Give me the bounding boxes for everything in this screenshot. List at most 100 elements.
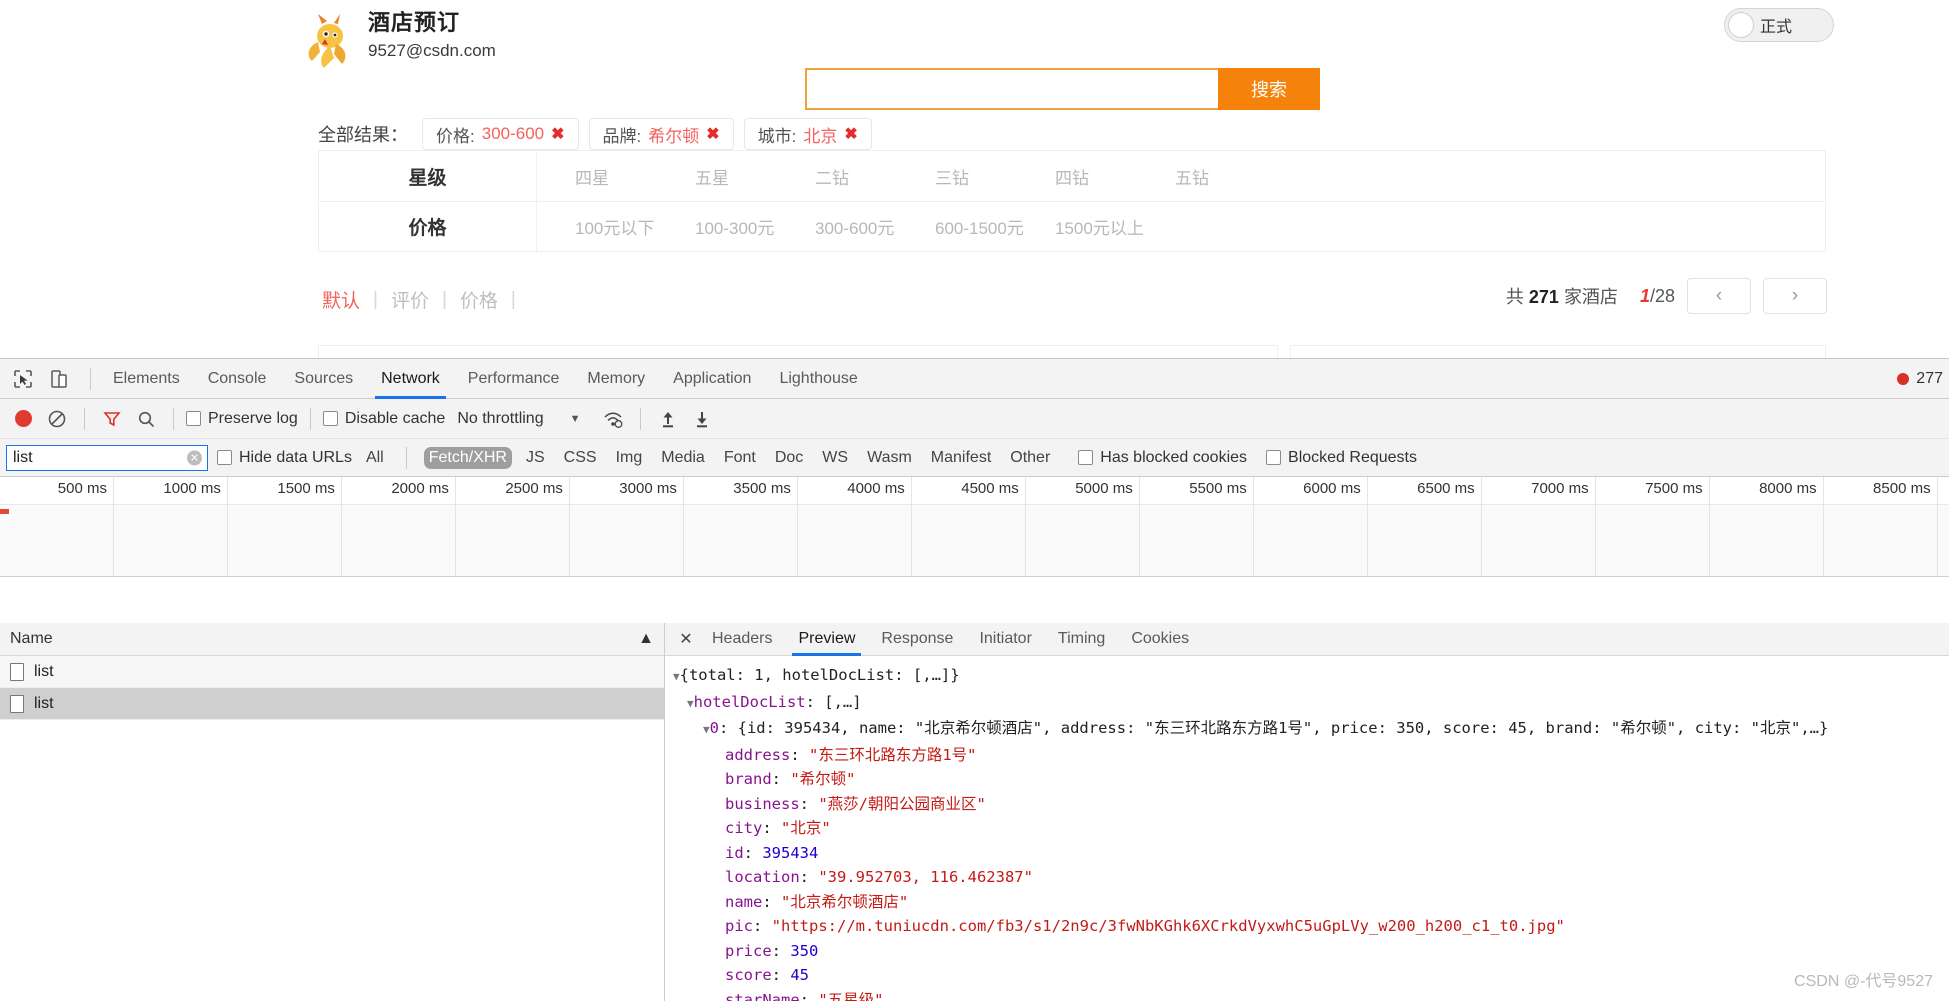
type-filter-css[interactable]: CSS [559, 447, 602, 469]
filter-option-diamond-5[interactable]: 五钻 [1167, 164, 1287, 189]
error-counter[interactable]: 277 [1897, 359, 1949, 399]
filter-option-diamond-4[interactable]: 四钻 [1047, 164, 1167, 189]
json-field-pic[interactable]: pic: "https://m.tuniucdn.com/fb3/s1/2n9c… [673, 914, 1949, 939]
json-field-name[interactable]: name: "北京希尔顿酒店" [673, 890, 1949, 915]
type-filter-wasm[interactable]: Wasm [862, 447, 917, 469]
request-row-1[interactable]: list [0, 688, 664, 720]
search-button[interactable]: 搜索 [1218, 68, 1320, 110]
throttling-select[interactable]: No throttling [457, 410, 543, 428]
type-filter-doc[interactable]: Doc [770, 447, 808, 469]
timeline-tick: 5500 ms [1140, 477, 1254, 576]
json-field-brand[interactable]: brand: "希尔顿" [673, 767, 1949, 792]
remove-filter-icon[interactable]: ✖ [551, 124, 564, 144]
type-filter-media[interactable]: Media [656, 447, 710, 469]
filter-tag-brand[interactable]: 品牌: 希尔顿 ✖ [588, 118, 734, 150]
tab-sources[interactable]: Sources [280, 359, 367, 399]
tab-elements[interactable]: Elements [99, 359, 194, 399]
type-filter-js[interactable]: JS [521, 447, 550, 469]
prev-page-button[interactable]: ‹ [1687, 278, 1751, 314]
type-filter-manifest[interactable]: Manifest [926, 447, 996, 469]
network-timeline-ruler[interactable]: 500 ms 1000 ms 1500 ms 2000 ms 2500 ms 3000 m… [0, 477, 1949, 577]
close-detail-icon[interactable]: ✕ [673, 629, 699, 649]
filter-option-price-0-100[interactable]: 100元以下 [567, 214, 687, 239]
sort-bar: 默认 | 评价 | 价格 | [322, 286, 529, 313]
json-field-business[interactable]: business: "燕莎/朝阳公园商业区" [673, 792, 1949, 817]
tab-network[interactable]: Network [367, 359, 454, 399]
search-icon[interactable] [131, 404, 161, 434]
hide-data-urls-checkbox[interactable]: Hide data URLs [217, 449, 352, 467]
hide-data-urls-label: Hide data URLs [239, 448, 352, 466]
type-filter-font[interactable]: Font [719, 447, 761, 469]
sort-price[interactable]: 价格 [460, 286, 498, 313]
filter-option-price-600-1500[interactable]: 600-1500元 [927, 214, 1047, 239]
request-list-header[interactable]: Name ▲ [0, 623, 664, 656]
active-filters-label: 全部结果： [318, 125, 408, 145]
tab-lighthouse[interactable]: Lighthouse [765, 359, 871, 399]
network-conditions-icon[interactable] [598, 404, 628, 434]
filter-option-star-5[interactable]: 五星 [687, 164, 807, 189]
filter-tag-key: 品牌: [602, 126, 642, 146]
device-toolbar-icon[interactable] [44, 364, 74, 394]
type-filter-ws[interactable]: WS [817, 447, 853, 469]
filter-option-diamond-2[interactable]: 二钻 [807, 164, 927, 189]
preserve-log-checkbox[interactable]: Preserve log [186, 410, 298, 428]
sort-rating[interactable]: 评价 [391, 286, 429, 313]
import-har-icon[interactable] [653, 404, 683, 434]
tab-console[interactable]: Console [194, 359, 281, 399]
type-filter-fetch-xhr[interactable]: Fetch/XHR [423, 446, 512, 469]
tab-performance[interactable]: Performance [454, 359, 574, 399]
remove-filter-icon[interactable]: ✖ [706, 124, 719, 144]
json-field-score[interactable]: score: 45 [673, 963, 1949, 988]
record-button[interactable] [8, 404, 38, 434]
json-item-node[interactable]: ▼0: {id: 395434, name: "北京希尔顿酒店", addres… [673, 716, 1949, 743]
filter-option-diamond-3[interactable]: 三钻 [927, 164, 1047, 189]
detail-tab-preview[interactable]: Preview [785, 623, 868, 656]
tab-memory[interactable]: Memory [573, 359, 659, 399]
disable-cache-checkbox[interactable]: Disable cache [322, 410, 445, 428]
filter-tag-price[interactable]: 价格: 300-600 ✖ [422, 118, 579, 150]
export-har-icon[interactable] [687, 404, 717, 434]
json-list-node[interactable]: ▼hotelDocList: [,…] [673, 690, 1949, 717]
remove-filter-icon[interactable]: ✖ [844, 124, 857, 144]
chevron-down-icon[interactable]: ▼ [570, 413, 581, 425]
filter-funnel-icon[interactable] [97, 404, 127, 434]
type-filter-other[interactable]: Other [1005, 447, 1055, 469]
detail-tab-headers[interactable]: Headers [699, 623, 785, 656]
type-filter-img[interactable]: Img [611, 447, 648, 469]
next-page-button[interactable]: › [1763, 278, 1827, 314]
json-field-address[interactable]: address: "东三环北路东方路1号" [673, 743, 1949, 768]
filter-tag-city[interactable]: 城市: 北京 ✖ [743, 118, 872, 150]
json-preview-tree[interactable]: ▼{total: 1, hotelDocList: [,…]} ▼hotelDoc… [665, 656, 1949, 1001]
clear-requests-icon[interactable] [42, 404, 72, 434]
blocked-requests-checkbox[interactable]: Blocked Requests [1266, 449, 1417, 467]
json-field-price[interactable]: price: 350 [673, 939, 1949, 964]
search-input[interactable] [805, 68, 1218, 110]
json-field-location[interactable]: location: "39.952703, 116.462387" [673, 865, 1949, 890]
has-blocked-cookies-checkbox[interactable]: Has blocked cookies [1078, 449, 1247, 467]
detail-tab-timing[interactable]: Timing [1045, 623, 1118, 656]
tab-application[interactable]: Application [659, 359, 765, 399]
inspect-element-icon[interactable] [8, 364, 38, 394]
filter-panel: 星级 四星 五星 二钻 三钻 四钻 五钻 价格 100元以下 100-300元 … [318, 150, 1826, 252]
json-field-city[interactable]: city: "北京" [673, 816, 1949, 841]
detail-tab-cookies[interactable]: Cookies [1118, 623, 1202, 656]
json-field-id[interactable]: id: 395434 [673, 841, 1949, 866]
json-field-starName[interactable]: starName: "五星级" [673, 988, 1949, 1001]
blocked-requests-label: Blocked Requests [1288, 448, 1417, 466]
sort-default[interactable]: 默认 [322, 286, 360, 313]
request-filter-input[interactable]: list ✕ [6, 444, 208, 471]
page-indicator: 1/28 [1640, 286, 1675, 307]
clear-filter-icon[interactable]: ✕ [187, 450, 202, 465]
filter-option-price-100-300[interactable]: 100-300元 [687, 214, 807, 239]
type-filter-all[interactable]: All [361, 447, 389, 469]
request-row-0[interactable]: list [0, 656, 664, 688]
filter-option-price-1500-up[interactable]: 1500元以上 [1047, 214, 1167, 239]
filter-option-price-300-600[interactable]: 300-600元 [807, 214, 927, 239]
detail-tab-response[interactable]: Response [868, 623, 966, 656]
filter-option-star-4[interactable]: 四星 [567, 164, 687, 189]
filter-tag-key: 城市: [757, 126, 797, 146]
json-root-node[interactable]: ▼{total: 1, hotelDocList: [,…]} [673, 663, 1949, 690]
timeline-tick: 6500 ms [1368, 477, 1482, 576]
detail-tab-initiator[interactable]: Initiator [966, 623, 1044, 656]
mode-toggle[interactable]: 正式 [1724, 8, 1834, 42]
